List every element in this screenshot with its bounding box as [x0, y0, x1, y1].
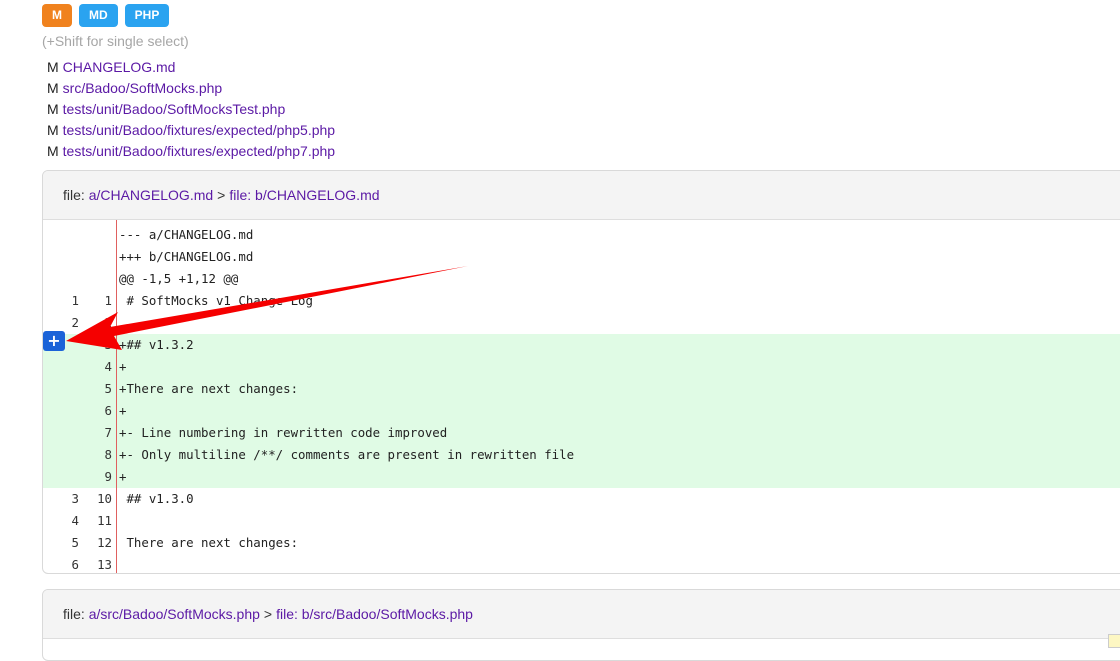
diff-header-separator: >	[217, 187, 225, 203]
new-line-number: 12	[82, 532, 117, 554]
diff-line: 11 # SoftMocks v1 Change Log	[43, 290, 1120, 312]
new-line-number	[82, 246, 117, 268]
list-item: Mtests/unit/Badoo/SoftMocksTest.php	[47, 99, 335, 120]
code-line: --- a/CHANGELOG.md	[117, 220, 1120, 246]
code-line: +- Line numbering in rewritten code impr…	[117, 422, 1120, 444]
file-link[interactable]: src/Badoo/SoftMocks.php	[63, 80, 223, 96]
old-line-number	[43, 220, 82, 246]
old-line-number	[43, 356, 82, 378]
code-line	[117, 312, 1120, 334]
new-line-number: 2	[82, 312, 117, 334]
old-line-number: 3	[43, 488, 82, 510]
list-item: MCHANGELOG.md	[47, 57, 335, 78]
file-status: M	[47, 143, 59, 159]
filter-php-button[interactable]: PHP	[125, 4, 170, 27]
diff-line: 310 ## v1.3.0	[43, 488, 1120, 510]
new-line-number: 4	[82, 356, 117, 378]
diff-header: file: a/CHANGELOG.md>file: b/CHANGELOG.m…	[43, 171, 1120, 220]
code-line: There are next changes:	[117, 532, 1120, 554]
old-line-number	[43, 422, 82, 444]
old-line-number	[43, 400, 82, 422]
code-line: # SoftMocks v1 Change Log	[117, 290, 1120, 312]
code-line: +There are next changes:	[117, 378, 1120, 400]
code-line: +## v1.3.2	[117, 334, 1120, 356]
old-line-number: 6	[43, 554, 82, 574]
diff-line: 6+	[43, 400, 1120, 422]
new-line-number: 8	[82, 444, 117, 466]
diff-line: 8+- Only multiline /**/ comments are pre…	[43, 444, 1120, 466]
diff-line: --- a/CHANGELOG.md	[43, 220, 1120, 246]
filter-hint: (+Shift for single select)	[42, 33, 189, 49]
changed-files-list: MCHANGELOG.md Msrc/Badoo/SoftMocks.php M…	[47, 57, 335, 162]
old-line-number: 5	[43, 532, 82, 554]
file-status: M	[47, 80, 59, 96]
filter-md-button[interactable]: MD	[79, 4, 118, 27]
diff-panel-softmocks: file: a/src/Badoo/SoftMocks.php>file: b/…	[42, 589, 1120, 661]
new-line-number: 6	[82, 400, 117, 422]
new-line-number: 3	[82, 334, 117, 356]
new-line-number	[82, 268, 117, 290]
diff-from-link[interactable]: a/CHANGELOG.md	[89, 187, 213, 203]
diff-line: 22	[43, 312, 1120, 334]
expand-lines-button[interactable]: +	[43, 331, 65, 351]
new-line-number: 1	[82, 290, 117, 312]
diff-line: +++ b/CHANGELOG.md	[43, 246, 1120, 268]
code-line: +	[117, 356, 1120, 378]
code-line: +- Only multiline /**/ comments are pres…	[117, 444, 1120, 466]
diff-line: 3+## v1.3.2	[43, 334, 1120, 356]
code-line: +	[117, 400, 1120, 422]
list-item: Mtests/unit/Badoo/fixtures/expected/php5…	[47, 120, 335, 141]
list-item: Mtests/unit/Badoo/fixtures/expected/php7…	[47, 141, 335, 162]
code-line	[117, 554, 1120, 574]
file-link[interactable]: tests/unit/Badoo/fixtures/expected/php7.…	[63, 143, 335, 159]
diff-panel-changelog: file: a/CHANGELOG.md>file: b/CHANGELOG.m…	[42, 170, 1120, 574]
new-line-number: 13	[82, 554, 117, 574]
new-line-number: 10	[82, 488, 117, 510]
diff-from-link[interactable]: a/src/Badoo/SoftMocks.php	[89, 606, 260, 622]
diff-line: 512 There are next changes:	[43, 532, 1120, 554]
new-line-number: 11	[82, 510, 117, 532]
diff-line: 7+- Line numbering in rewritten code imp…	[43, 422, 1120, 444]
code-line	[117, 510, 1120, 532]
old-line-number: 4	[43, 510, 82, 532]
old-line-number	[43, 246, 82, 268]
code-line: +	[117, 466, 1120, 488]
diff-header-prefix: file:	[63, 606, 89, 622]
file-status: M	[47, 101, 59, 117]
diff-line: 4+	[43, 356, 1120, 378]
old-line-number	[43, 444, 82, 466]
old-line-number	[43, 466, 82, 488]
diff-line: 5+There are next changes:	[43, 378, 1120, 400]
diff-line: 613	[43, 554, 1120, 574]
diff-table: --- a/CHANGELOG.md+++ b/CHANGELOG.md@@ -…	[43, 220, 1120, 574]
new-line-number: 9	[82, 466, 117, 488]
diff-header: file: a/src/Badoo/SoftMocks.php>file: b/…	[43, 590, 1120, 639]
diff-header-separator: >	[264, 606, 272, 622]
new-line-number: 7	[82, 422, 117, 444]
diff-header-prefix: file:	[63, 187, 89, 203]
diff-to-link[interactable]: file: b/src/Badoo/SoftMocks.php	[276, 606, 473, 622]
code-line: +++ b/CHANGELOG.md	[117, 246, 1120, 268]
old-line-number: 1	[43, 290, 82, 312]
diff-line: 9+	[43, 466, 1120, 488]
diff-line: 411	[43, 510, 1120, 532]
old-line-number	[43, 378, 82, 400]
tooltip-fragment	[1108, 634, 1120, 648]
filter-m-button[interactable]: M	[42, 4, 72, 27]
old-line-number	[43, 268, 82, 290]
file-status: M	[47, 122, 59, 138]
file-link[interactable]: CHANGELOG.md	[63, 59, 176, 75]
diff-line: @@ -1,5 +1,12 @@	[43, 268, 1120, 290]
new-line-number: 5	[82, 378, 117, 400]
filter-buttons: M MD PHP	[42, 4, 169, 27]
file-link[interactable]: tests/unit/Badoo/fixtures/expected/php5.…	[63, 122, 335, 138]
code-line: ## v1.3.0	[117, 488, 1120, 510]
list-item: Msrc/Badoo/SoftMocks.php	[47, 78, 335, 99]
code-line: @@ -1,5 +1,12 @@	[117, 268, 1120, 290]
file-link[interactable]: tests/unit/Badoo/SoftMocksTest.php	[63, 101, 286, 117]
diff-to-link[interactable]: file: b/CHANGELOG.md	[229, 187, 379, 203]
file-status: M	[47, 59, 59, 75]
new-line-number	[82, 220, 117, 246]
